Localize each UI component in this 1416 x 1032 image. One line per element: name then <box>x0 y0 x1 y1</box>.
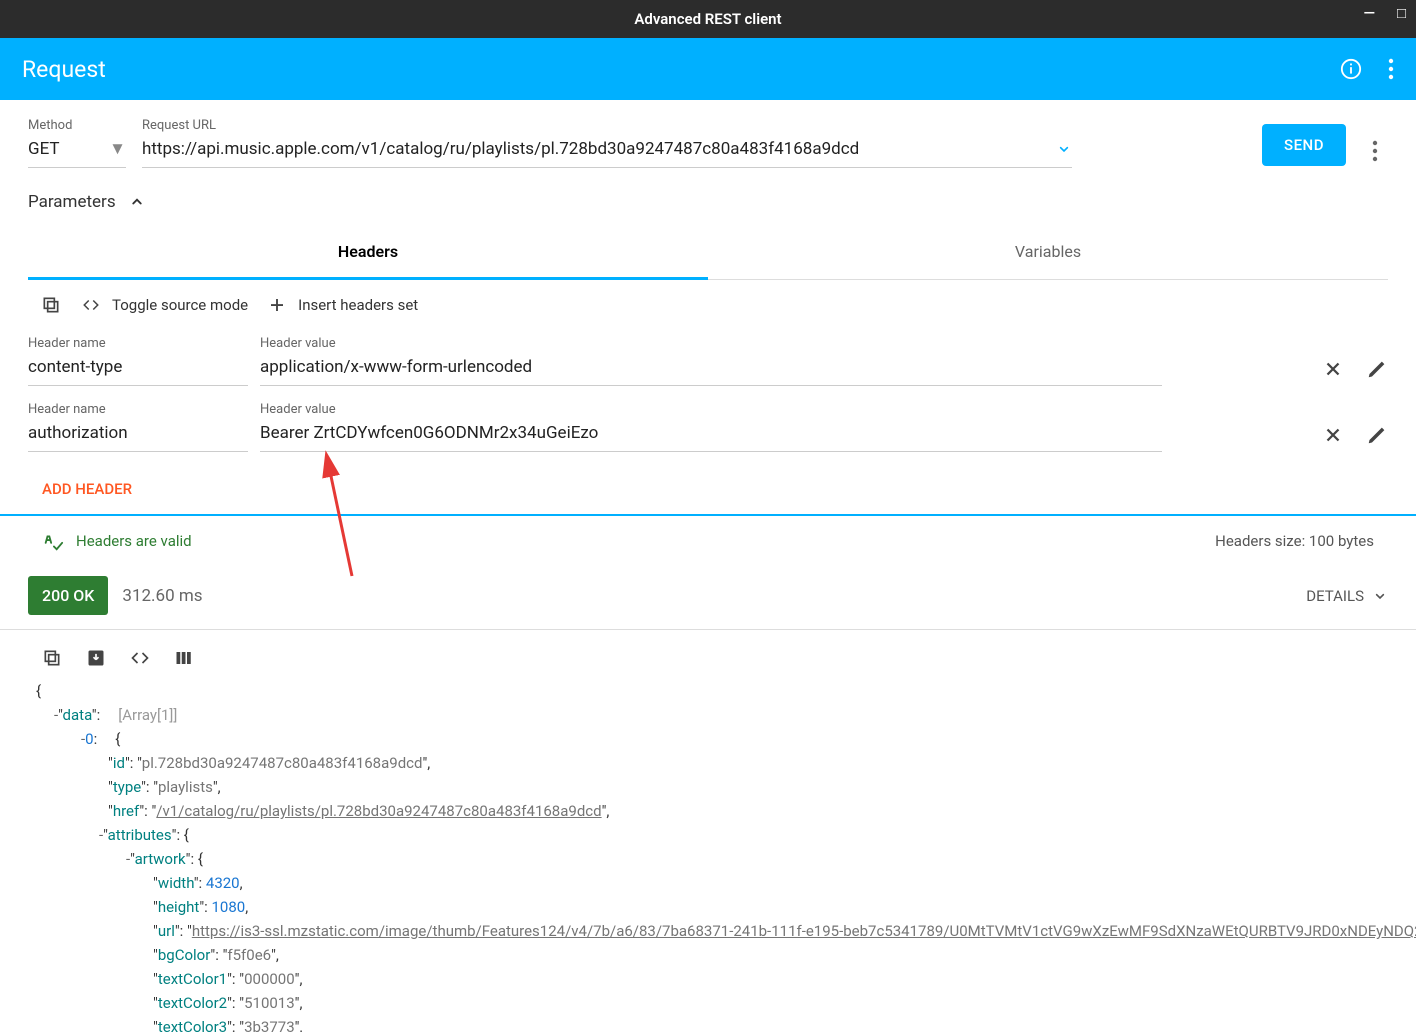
os-titlebar: Advanced REST client — □ <box>0 0 1416 38</box>
chevron-down-icon[interactable] <box>1056 141 1072 157</box>
tab-variables[interactable]: Variables <box>708 226 1388 279</box>
chevron-down-icon <box>1372 588 1388 604</box>
url-input[interactable]: https://api.music.apple.com/v1/catalog/r… <box>142 139 1072 168</box>
chevron-up-icon <box>128 193 146 211</box>
headers-toolbar: Toggle source mode Insert headers set <box>0 280 1416 330</box>
headers-size-text: Headers size: 100 bytes <box>1215 532 1374 550</box>
toggle-source-label: Toggle source mode <box>112 296 248 314</box>
method-label: Method <box>28 118 126 133</box>
edit-icon[interactable] <box>1366 424 1388 446</box>
header-name-input[interactable]: content-type <box>28 357 248 386</box>
parameters-label: Parameters <box>28 192 116 212</box>
details-label: DETAILS <box>1306 587 1364 605</box>
caret-down-icon: ▼ <box>109 139 126 159</box>
method-select[interactable]: GET ▼ <box>28 139 126 168</box>
headers-valid-text: Headers are valid <box>76 532 192 550</box>
menu-dots-icon[interactable] <box>1388 58 1394 80</box>
headers-valid-row: Headers are valid Headers size: 100 byte… <box>0 516 1416 566</box>
header-row: Header name authorization Header value B… <box>0 396 1416 462</box>
status-row: 200 OK 312.60 ms DETAILS <box>0 566 1416 630</box>
close-icon[interactable] <box>1322 424 1344 446</box>
response-body[interactable]: { -"data": [Array[1]] -0: { "id": "pl.72… <box>0 676 1416 1032</box>
copy-icon[interactable] <box>40 646 64 670</box>
response-toolbar <box>0 630 1416 676</box>
maximize-icon[interactable]: □ <box>1397 6 1406 21</box>
send-button[interactable]: SEND <box>1262 124 1346 166</box>
url-value: https://api.music.apple.com/v1/catalog/r… <box>142 139 1056 159</box>
request-bar: Method GET ▼ Request URL https://api.mus… <box>0 100 1416 168</box>
timing-text: 312.60 ms <box>122 586 202 606</box>
plus-icon <box>266 294 288 316</box>
edit-icon[interactable] <box>1366 358 1388 380</box>
header-row: Header name content-type Header value ap… <box>0 330 1416 396</box>
add-header-button[interactable]: ADD HEADER <box>0 462 1416 516</box>
window-title: Advanced REST client <box>634 10 781 28</box>
spellcheck-icon <box>42 530 64 552</box>
page-title: Request <box>22 56 106 83</box>
info-icon[interactable] <box>1340 58 1362 80</box>
minimize-icon[interactable]: — <box>1363 6 1375 21</box>
header-value-input[interactable]: application/x-www-form-urlencoded <box>260 357 1162 386</box>
code-icon[interactable] <box>128 646 152 670</box>
parameter-tabs: Headers Variables <box>28 226 1388 280</box>
header-name-input[interactable]: authorization <box>28 423 248 452</box>
header-value-label: Header value <box>260 402 1162 417</box>
tab-headers[interactable]: Headers <box>28 226 708 280</box>
url-label: Request URL <box>142 118 1246 133</box>
close-icon[interactable] <box>1322 358 1344 380</box>
insert-headers-set[interactable]: Insert headers set <box>266 294 418 316</box>
header-value-label: Header value <box>260 336 1162 351</box>
download-icon[interactable] <box>84 646 108 670</box>
code-icon <box>80 294 102 316</box>
details-toggle[interactable]: DETAILS <box>1306 587 1388 605</box>
status-badge: 200 OK <box>28 576 108 615</box>
parameters-toggle[interactable]: Parameters <box>0 168 1416 226</box>
header-value-input[interactable]: Bearer ZrtCDYwfcen0G6ODNMr2x34uGeiEzo <box>260 423 1162 452</box>
app-header: Request <box>0 38 1416 100</box>
insert-headers-label: Insert headers set <box>298 296 418 314</box>
header-name-label: Header name <box>28 336 248 351</box>
columns-icon[interactable] <box>172 646 196 670</box>
window-controls: — □ <box>1363 6 1406 21</box>
copy-icon[interactable] <box>40 294 62 316</box>
request-menu-icon[interactable] <box>1362 140 1388 162</box>
method-value: GET <box>28 139 60 159</box>
toggle-source-mode[interactable]: Toggle source mode <box>80 294 248 316</box>
header-name-label: Header name <box>28 402 248 417</box>
